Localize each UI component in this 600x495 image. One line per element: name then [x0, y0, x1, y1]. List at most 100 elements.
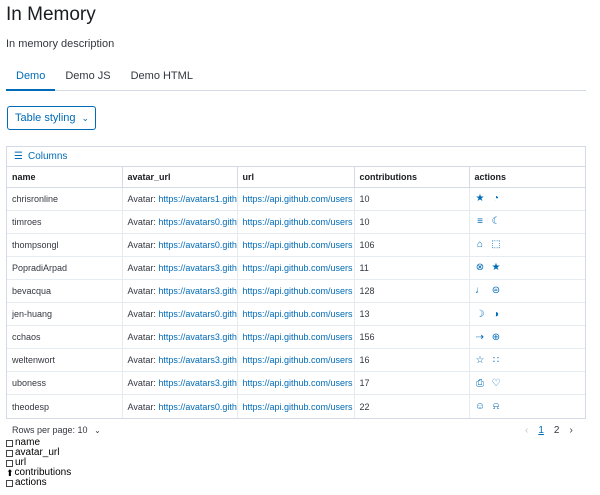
avatar-link[interactable]: https://avatars3.github — [158, 286, 236, 296]
url-link[interactable]: https://api.github.com/users — [243, 217, 353, 227]
tab-demo-html[interactable]: Demo HTML — [121, 66, 203, 91]
list-icon: ☰ — [14, 151, 23, 162]
toggle-icon[interactable]: ◑ — [491, 309, 502, 320]
url-link[interactable]: https://api.github.com/users — [243, 402, 353, 412]
avatar-link[interactable]: https://avatars3.github — [158, 332, 236, 342]
url-link[interactable]: https://api.github.com/users — [243, 332, 353, 342]
cell-avatar-url: Avatar: https://avatars0.github — [122, 394, 238, 418]
avatar-link[interactable]: https://avatars3.github — [158, 355, 236, 365]
url-link[interactable]: https://api.github.com/users — [243, 240, 353, 250]
star-icon[interactable]: ★ — [475, 193, 486, 204]
cell-url: https://api.github.com/users — [237, 371, 355, 396]
avatar-prefix: Avatar: — [127, 239, 159, 250]
avatar-link[interactable]: https://avatars0.github — [158, 240, 236, 250]
arrow-right-icon[interactable]: ⇢ — [475, 332, 486, 343]
avatar-link[interactable]: https://avatars3.github — [158, 378, 236, 388]
checkbox[interactable] — [6, 439, 13, 447]
cell-name: chrisronline — [7, 187, 123, 211]
cell-contributions: 156 — [354, 325, 470, 350]
column-header-avatar-url[interactable]: avatar_url — [122, 167, 238, 188]
cell-avatar-url: Avatar: https://avatars3.github — [122, 325, 238, 350]
tab-demo[interactable]: Demo — [6, 66, 56, 91]
url-link[interactable]: https://api.github.com/users — [243, 355, 353, 365]
url-link[interactable]: https://api.github.com/users — [243, 309, 353, 319]
cell-name: theodesp — [7, 394, 123, 418]
page-link-1[interactable]: 1 — [538, 425, 544, 436]
url-link[interactable]: https://api.github.com/users — [243, 194, 353, 204]
cross-circle-icon[interactable]: ⊗ — [475, 262, 486, 273]
url-link[interactable]: https://api.github.com/users — [243, 286, 353, 296]
avatar-link[interactable]: https://avatars0.github — [158, 217, 236, 227]
column-header-contributions[interactable]: contributions — [354, 167, 470, 188]
smile-icon[interactable]: ☺ — [475, 401, 486, 412]
document-gear-icon[interactable]: ⎙ — [475, 378, 486, 389]
avatar-prefix: Avatar: — [127, 332, 159, 343]
cell-name: weltenwort — [7, 348, 123, 373]
cell-contributions: 11 — [354, 256, 470, 280]
column-header-name[interactable]: name — [7, 167, 123, 188]
pin-icon[interactable]: ⌂ — [475, 239, 486, 250]
cell-url: https://api.github.com/users — [237, 348, 355, 373]
tab-demo-js[interactable]: Demo JS — [55, 66, 120, 91]
table-styling-button[interactable]: Table styling ⌄ — [7, 106, 96, 130]
table-row: PopradiArpad Avatar: https://avatars3.git… — [7, 256, 585, 280]
avatar-prefix: Avatar: — [127, 262, 159, 273]
avatar-link[interactable]: https://avatars1.github — [158, 194, 236, 204]
checkbox[interactable] — [6, 459, 13, 467]
gauge-icon[interactable]: ◔ — [491, 193, 502, 204]
avatar-link[interactable]: https://avatars0.github — [158, 309, 236, 319]
moon-icon[interactable]: ☾ — [491, 216, 502, 227]
rows-per-page-button[interactable]: Rows per page: 10 ⌄ — [12, 425, 101, 435]
chevron-left-icon[interactable]: ‹ — [525, 425, 528, 436]
columns-button[interactable]: Columns — [28, 151, 67, 162]
cell-actions: ♩ ⊜ — [469, 279, 585, 303]
star-outline-icon[interactable]: ☆ — [475, 355, 486, 366]
column-header-actions[interactable]: actions — [469, 167, 585, 188]
avatar-prefix: Avatar: — [127, 401, 159, 412]
plus-circle-icon[interactable]: ⊕ — [491, 332, 502, 343]
avatar-prefix: Avatar: — [127, 355, 159, 366]
cell-name: PopradiArpad — [7, 256, 123, 280]
url-link[interactable]: https://api.github.com/users — [243, 263, 353, 273]
table-row: chrisronline Avatar: https://avatars1.git… — [7, 187, 585, 211]
arrow-up-icon[interactable]: ⬆ — [6, 468, 14, 478]
cell-avatar-url: Avatar: https://avatars0.github — [122, 302, 238, 327]
table-row: ubonessAvatar: https://avatars3.githubht… — [7, 371, 585, 396]
cell-url: https://api.github.com/users — [237, 210, 355, 234]
avatar-link[interactable]: https://avatars0.github — [158, 402, 236, 412]
grid-dots-icon[interactable]: ∷ — [491, 355, 502, 366]
star-plus-icon[interactable]: ★ — [491, 262, 502, 273]
bell-icon[interactable]: ⍾ — [491, 401, 502, 412]
thermometer-icon[interactable]: ♩ — [475, 285, 486, 296]
sliders-icon[interactable]: ≡ — [475, 216, 486, 227]
heart-icon[interactable]: ♡ — [491, 378, 502, 389]
cell-name: timroes — [7, 210, 123, 234]
table-row: jen-huangAvatar: https://avatars0.github… — [7, 302, 585, 327]
page-title: In Memory — [6, 4, 96, 25]
cell-avatar-url: Avatar: https://avatars3.github — [122, 348, 238, 373]
avatar-link[interactable]: https://avatars3.github — [158, 263, 236, 273]
cell-contributions: 10 — [354, 187, 470, 211]
avatar-prefix: Avatar: — [127, 193, 159, 204]
cell-url: https://api.github.com/users — [237, 302, 355, 327]
data-table: name avatar_url url contributions action… — [7, 167, 585, 418]
table-row: weltenwortAvatar: https://avatars3.githu… — [7, 348, 585, 373]
cell-actions: ⌂ ⬚ — [469, 233, 585, 257]
cell-contributions: 106 — [354, 233, 470, 257]
cell-avatar-url: Avatar: https://avatars3.github — [122, 279, 238, 303]
cell-actions: ☆ ∷ — [469, 348, 585, 373]
column-header-url[interactable]: url — [237, 167, 355, 188]
cell-contributions: 17 — [354, 371, 470, 396]
checkbox[interactable] — [6, 449, 13, 457]
cell-contributions: 10 — [354, 210, 470, 234]
url-link[interactable]: https://api.github.com/users — [243, 378, 353, 388]
page-link-2[interactable]: 2 — [554, 425, 560, 436]
checkbox[interactable] — [6, 479, 13, 487]
crescent-icon[interactable]: ☽ — [475, 309, 486, 320]
table-body: chrisronline Avatar: https://avatars1.git… — [7, 187, 585, 418]
expand-icon[interactable]: ⬚ — [491, 239, 502, 250]
list-circle-icon[interactable]: ⊜ — [491, 285, 502, 296]
chevron-right-icon[interactable]: › — [569, 425, 572, 436]
cell-name: thompsongl — [7, 233, 123, 257]
cell-name: uboness — [7, 371, 123, 396]
